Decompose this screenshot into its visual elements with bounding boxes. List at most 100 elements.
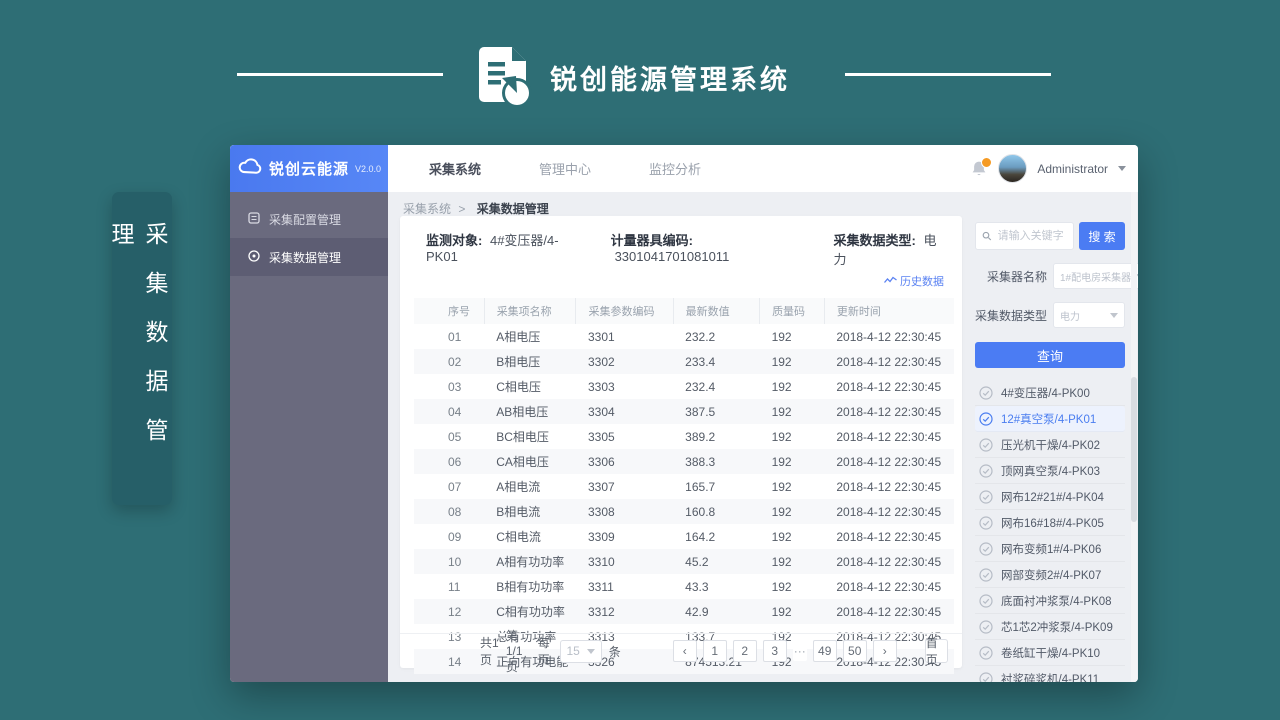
table-cell: 01	[414, 324, 484, 349]
table-cell: 3302	[576, 349, 673, 374]
check-circle-icon	[979, 672, 993, 683]
table-cell: A相电压	[484, 324, 576, 349]
device-item-8[interactable]: 网部变频2#/4-PK07	[975, 562, 1125, 588]
device-item-2[interactable]: 12#真空泵/4-PK01	[975, 406, 1125, 432]
breadcrumb-separator: >	[458, 202, 465, 216]
table-row[interactable]: 04AB相电压3304387.51922018-4-12 22:30:45	[414, 399, 954, 424]
search-button[interactable]: 搜 索	[1079, 222, 1125, 250]
page-button-2[interactable]: 2	[733, 640, 757, 662]
table-row[interactable]: 09C相电流3309164.21922018-4-12 22:30:45	[414, 524, 954, 549]
device-item-11[interactable]: 卷纸缸干燥/4-PK10	[975, 640, 1125, 666]
table-row[interactable]: 07A相电流3307165.71922018-4-12 22:30:45	[414, 474, 954, 499]
nav-tab-1[interactable]: 采集系统	[400, 159, 510, 178]
check-circle-icon	[979, 542, 993, 556]
avatar[interactable]	[998, 154, 1027, 183]
datatype-row: 采集数据类型 电力	[975, 302, 1125, 328]
page-button-1[interactable]: 1	[703, 640, 727, 662]
table-row[interactable]: 02B相电压3302233.41922018-4-12 22:30:45	[414, 349, 954, 374]
table-cell: 08	[414, 499, 484, 524]
table-cell: 02	[414, 349, 484, 374]
next-page-button[interactable]: ›	[873, 640, 897, 662]
device-item-1[interactable]: 4#变压器/4-PK00	[975, 380, 1125, 406]
nav-tab-2[interactable]: 管理中心	[510, 159, 620, 178]
breadcrumb-parent[interactable]: 采集系统	[403, 202, 451, 216]
table-cell: 2018-4-12 22:30:45	[824, 374, 954, 399]
trend-line-icon	[884, 276, 897, 285]
table-row[interactable]: 08B相电流3308160.81922018-4-12 22:30:45	[414, 499, 954, 524]
table-row[interactable]: 06CA相电压3306388.31922018-4-12 22:30:45	[414, 449, 954, 474]
chevron-down-icon	[587, 649, 595, 654]
query-button[interactable]: 查询	[975, 342, 1125, 368]
column-header: 采集参数编码	[576, 298, 673, 324]
page-button-3[interactable]: 3	[763, 640, 787, 662]
device-label: 顶网真空泵/4-PK03	[1001, 463, 1100, 479]
device-label: 芯1芯2冲浆泵/4-PK09	[1001, 619, 1113, 635]
per-page-select[interactable]: 15	[560, 640, 602, 663]
device-item-9[interactable]: 底面衬冲浆泵/4-PK08	[975, 588, 1125, 614]
table-cell: 45.2	[673, 549, 759, 574]
device-label: 网布12#21#/4-PK04	[1001, 489, 1104, 505]
app-logo[interactable]: 锐创云能源 V2.0.0	[230, 145, 388, 192]
nav-tab-3[interactable]: 监控分析	[620, 159, 730, 178]
data-type: 采集数据类型: 电力	[834, 230, 944, 268]
device-item-3[interactable]: 压光机干燥/4-PK02	[975, 432, 1125, 458]
pagination-bar: 共1页 第1/1页 每页 15 条 ‹123···4950› 首页	[400, 633, 962, 668]
page-button-49[interactable]: 49	[813, 640, 837, 662]
device-item-6[interactable]: 网布16#18#/4-PK05	[975, 510, 1125, 536]
bell-icon[interactable]	[971, 160, 988, 178]
table-row[interactable]: 01A相电压3301232.21922018-4-12 22:30:45	[414, 324, 954, 349]
table-cell: 06	[414, 449, 484, 474]
table-row[interactable]: 03C相电压3303232.41922018-4-12 22:30:45	[414, 374, 954, 399]
scrollbar-thumb[interactable]	[1131, 377, 1137, 522]
collector-select[interactable]: 1#配电房采集器	[1053, 263, 1138, 289]
data-panel: 监测对象: 4#变压器/4-PK01 计量器具编码: 3301041701081…	[400, 216, 962, 668]
table-cell: 3308	[576, 499, 673, 524]
meter-code: 计量器具编码: 3301041701081011	[611, 230, 806, 264]
check-circle-icon	[979, 464, 993, 478]
breadcrumb: 采集系统 > 采集数据管理	[403, 200, 549, 217]
device-label: 12#真空泵/4-PK01	[1001, 411, 1096, 427]
history-row: 历史数据	[400, 272, 962, 290]
table-row[interactable]: 10A相有功功率331045.21922018-4-12 22:30:45	[414, 549, 954, 574]
table-row[interactable]: 11B相有功功率331143.31922018-4-12 22:30:45	[414, 574, 954, 599]
device-item-12[interactable]: 衬浆碎浆机/4-PK11	[975, 666, 1125, 682]
search-icon	[982, 230, 992, 242]
device-item-7[interactable]: 网布变频1#/4-PK06	[975, 536, 1125, 562]
history-data-link[interactable]: 历史数据	[884, 273, 944, 289]
device-item-10[interactable]: 芯1芯2冲浆泵/4-PK09	[975, 614, 1125, 640]
search-box[interactable]	[975, 222, 1074, 250]
pagination-summary: 共1页 第1/1页 每页 15 条	[480, 627, 621, 675]
top-nav: 采集系统管理中心监控分析	[400, 145, 730, 192]
home-page-button[interactable]: 首页	[925, 639, 948, 663]
chevron-down-icon[interactable]	[1118, 166, 1126, 171]
device-item-5[interactable]: 网布12#21#/4-PK04	[975, 484, 1125, 510]
collector-label: 采集器名称	[975, 268, 1047, 285]
page-button-50[interactable]: 50	[843, 640, 867, 662]
table-cell: 389.2	[673, 424, 759, 449]
user-name[interactable]: Administrator	[1037, 162, 1108, 176]
sidebar-item-1[interactable]: 采集配置管理	[230, 200, 388, 238]
table-cell: 192	[760, 449, 825, 474]
sidebar-item-2[interactable]: 采集数据管理	[230, 238, 388, 276]
section-tab-card[interactable]: 采集数据管理	[112, 192, 172, 505]
table-cell: 42.9	[673, 599, 759, 624]
table-body: 01A相电压3301232.21922018-4-12 22:30:4502B相…	[414, 324, 954, 674]
scrollbar[interactable]	[1131, 192, 1137, 682]
table-cell: 2018-4-12 22:30:45	[824, 324, 954, 349]
table-cell: A相有功功率	[484, 549, 576, 574]
table-cell: 192	[760, 599, 825, 624]
table-cell: 164.2	[673, 524, 759, 549]
table-row[interactable]: 12C相有功功率331242.91922018-4-12 22:30:45	[414, 599, 954, 624]
app-logo-version: V2.0.0	[355, 164, 381, 174]
table-row[interactable]: 05BC相电压3305389.21922018-4-12 22:30:45	[414, 424, 954, 449]
chevron-down-icon	[1110, 313, 1118, 318]
datatype-select[interactable]: 电力	[1053, 302, 1125, 328]
search-input[interactable]	[996, 229, 1069, 243]
prev-page-button[interactable]: ‹	[673, 640, 697, 662]
table-cell: 2018-4-12 22:30:45	[824, 449, 954, 474]
table-cell: CA相电压	[484, 449, 576, 474]
device-label: 衬浆碎浆机/4-PK11	[1001, 671, 1099, 683]
grid-icon	[248, 212, 260, 227]
table-cell: 2018-4-12 22:30:45	[824, 424, 954, 449]
device-item-4[interactable]: 顶网真空泵/4-PK03	[975, 458, 1125, 484]
